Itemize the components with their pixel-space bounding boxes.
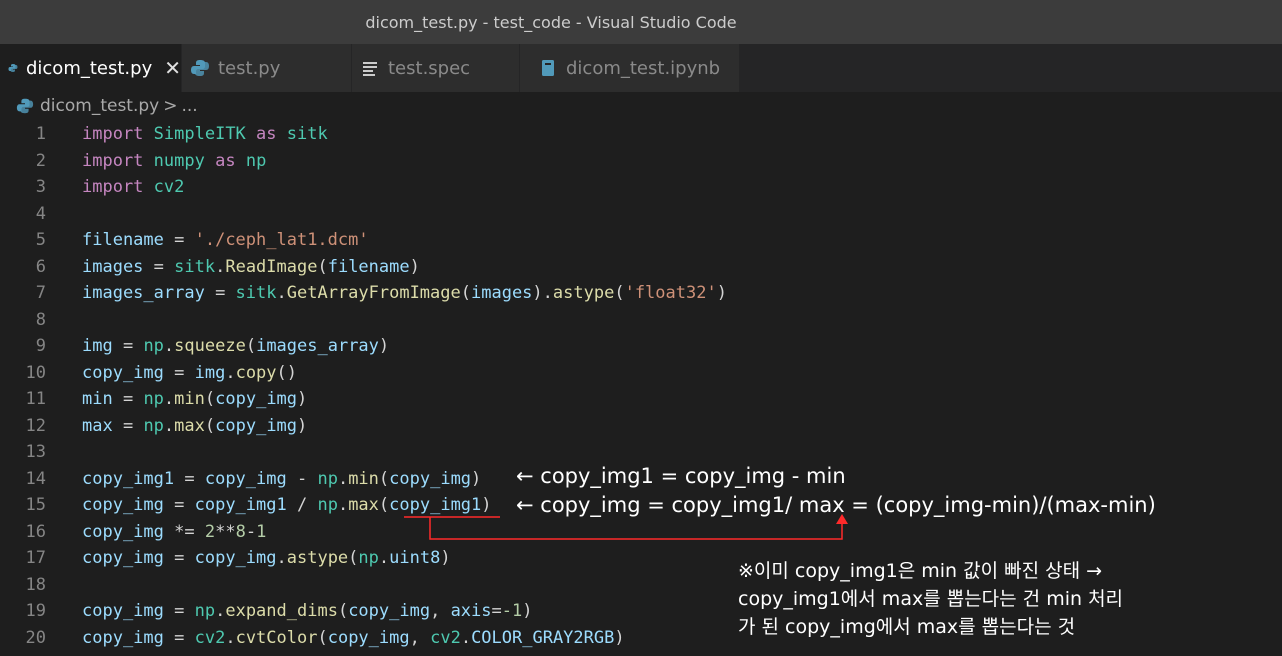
code-editor[interactable]: 1 import SimpleITK as sitk 2 import numpy a… <box>0 120 1282 656</box>
python-icon <box>8 64 18 72</box>
tab-label: dicom_test.py <box>25 57 153 79</box>
tab-dicom-test-ipynb[interactable]: dicom_test.ipynb <box>520 44 740 92</box>
tab-bar: dicom_test.py ✕ test.py test.spec dicom_… <box>0 44 1282 92</box>
tab-label: test.py <box>218 57 281 79</box>
text-file-icon <box>363 62 377 76</box>
annotation-note-3: 가 된 copy_img에서 max를 뽑는다는 것 <box>738 616 1076 638</box>
python-icon <box>16 98 34 114</box>
annotation-line-14: ← copy_img1 = copy_img - min <box>516 464 846 488</box>
breadcrumb-separator: > <box>163 96 178 116</box>
python-icon <box>191 60 209 76</box>
notebook-icon <box>542 60 554 76</box>
breadcrumb[interactable]: dicom_test.py > ... <box>0 92 1282 120</box>
breadcrumb-file[interactable]: dicom_test.py <box>40 96 159 116</box>
annotation-line-15: ← copy_img = copy_img1/ max = (copy_img-… <box>516 493 1156 517</box>
annotation-note-2: copy_img1에서 max를 뽑는다는 건 min 처리 <box>738 588 1124 610</box>
window-title: dicom_test.py - test_code - Visual Studi… <box>365 12 737 32</box>
tab-dicom-test-py[interactable]: dicom_test.py ✕ <box>0 44 182 92</box>
tab-test-spec[interactable]: test.spec <box>352 44 520 92</box>
annotation-note-1: ※이미 copy_img1은 min 값이 빠진 상태 → <box>738 560 1103 582</box>
title-bar: dicom_test.py - test_code - Visual Studi… <box>0 0 1282 44</box>
tab-test-py[interactable]: test.py <box>182 44 352 92</box>
breadcrumb-rest[interactable]: ... <box>181 96 197 116</box>
tab-label: test.spec <box>388 57 471 79</box>
tab-label: dicom_test.ipynb <box>566 57 721 79</box>
close-icon[interactable]: ✕ <box>164 56 181 80</box>
